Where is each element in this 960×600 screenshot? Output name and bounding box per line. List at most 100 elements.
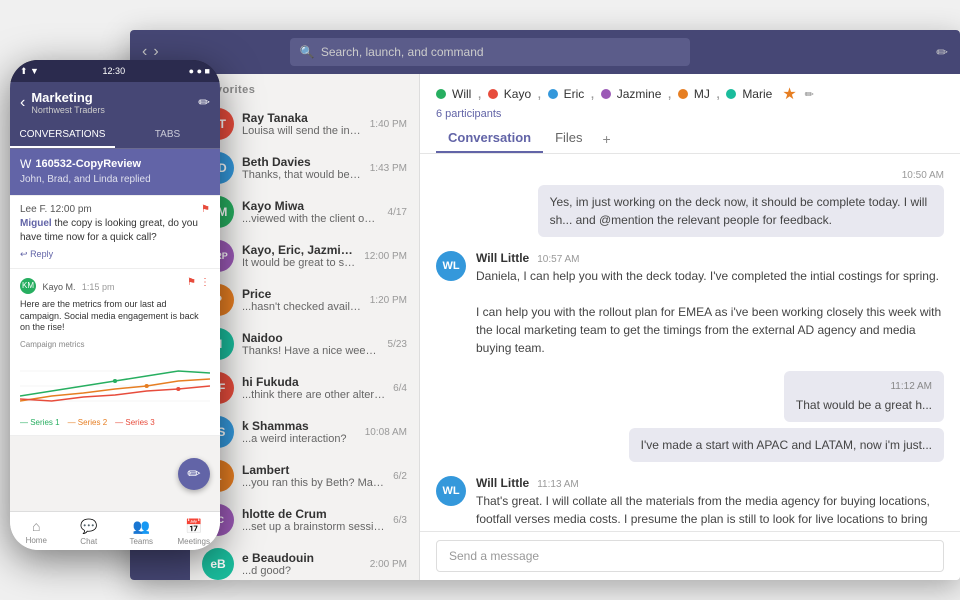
message-group-right: 10:50 AM Yes, im just working on the dec… [436,166,944,237]
message-text: That's great. I will collate all the mat… [476,492,944,531]
nav-home[interactable]: ⌂ Home [10,518,63,546]
bookmark-icon[interactable]: ⚑ [201,204,210,215]
message-timestamp: 10:50 AM [902,170,944,181]
list-item[interactable]: eB e Beaudouin ...d good? 2:00 PM [190,542,419,580]
channel-preview: Louisa will send the initial list of att… [242,125,362,137]
participant-eric: Eric [564,87,585,101]
participant-kayo: Kayo [504,87,531,101]
channel-time: 6/2 [393,471,407,482]
tab-conversations[interactable]: CONVERSATIONS [10,123,115,148]
avatar: WL [436,476,466,506]
edit-icon[interactable]: ✏ [805,88,814,101]
participant-dot [436,89,446,99]
star-icon[interactable]: ★ [782,84,796,104]
fab-icon: ✏ [187,464,200,484]
list-item[interactable]: kS k Shammas ...a weird interaction? 10:… [190,410,419,454]
nav-teams-label: Teams [129,537,153,546]
bookmark-icon[interactable]: ⚑ [187,277,196,288]
chat-input[interactable]: Send a message [436,540,944,572]
channel-time: 6/4 [393,383,407,394]
phone-msg-text: Miguel the copy is looking great, do you… [20,217,210,245]
tab-conversation[interactable]: Conversation [436,124,543,153]
channel-name: e Beaudouin [242,551,362,565]
channel-name: Kayo Miwa [242,199,380,213]
separator: , [716,85,720,103]
compose-icon[interactable]: ✏ [198,94,210,111]
metrics-author: KM Kayo M. 1:15 pm [20,277,114,295]
participant-dot [601,89,611,99]
chat-input-area: Send a message [420,531,960,580]
list-item[interactable]: hF hi Fukuda ...think there are other al… [190,366,419,410]
list-item[interactable]: dC hlotte de Crum ...set up a brainstorm… [190,498,419,542]
status-bar: ⬆ ▼ 12:30 ● ● ■ [10,60,220,82]
chat-header: Will , Kayo , Eric , Jazmine , MJ , Mari… [420,74,960,154]
channel-preview: It would be great to sync with you bo... [242,257,356,269]
channel-time: 5/23 [388,339,407,350]
avatar: eB [202,548,234,580]
highlighted-author: Miguel [20,218,52,229]
message-group-right-2: 11:12 AM That would be a great h... I've… [436,371,944,462]
channel-preview: ...you ran this by Beth? Make sure she i… [242,477,385,489]
channel-name: Naidoo [242,331,380,345]
nav-chat[interactable]: 💬 Chat [63,518,116,546]
legend-item: — Series 1 [20,418,60,427]
channel-name: Beth Davies [242,155,362,169]
channel-time: 2:00 PM [370,559,407,570]
avatar: WL [436,251,466,281]
chart-label: Campaign metrics [20,340,210,349]
chat-participants: Will , Kayo , Eric , Jazmine , MJ , Mari… [436,84,944,104]
message-row: WL Will Little 10:57 AM Daniela, I can h… [436,251,944,357]
legend-item: — Series 2 [68,418,108,427]
more-icon[interactable]: ⋮ [200,277,210,288]
separator: , [667,85,671,103]
channel-time: 10:08 AM [365,427,407,438]
list-item[interactable]: RT Ray Tanaka Louisa will send the initi… [190,102,419,146]
conv-title: 160532-CopyReview [35,158,141,170]
message-header: Will Little 10:57 AM [476,251,944,265]
message-row: WL Will Little 11:13 AM That's great. I … [436,476,944,531]
tab-add-button[interactable]: + [595,127,619,151]
list-item[interactable]: KM Kayo Miwa ...viewed with the client o… [190,190,419,234]
tab-tabs[interactable]: TABS [115,123,220,148]
message-content: Will Little 11:13 AM That's great. I wil… [476,476,944,531]
reply-button[interactable]: ↩ Reply [20,249,210,260]
nav-teams[interactable]: 👥 Teams [115,518,168,546]
phone-bottom-nav: ⌂ Home 💬 Chat 👥 Teams 📅 Meetings [10,511,220,550]
message-time: 11:13 AM [537,479,579,490]
metrics-chart [20,351,210,411]
phone-active-conv[interactable]: W 160532-CopyReview John, Brad, and Lind… [10,149,220,196]
conv-header: W 160532-CopyReview [20,157,210,171]
channel-preview: ...think there are other alternatives we… [242,389,385,401]
nav-meetings-label: Meetings [178,537,210,546]
search-placeholder: Search, launch, and command [321,45,484,59]
separator: , [537,85,541,103]
channel-info: Naidoo Thanks! Have a nice weekend [242,331,380,357]
status-right: ● ● ■ [189,66,210,76]
search-bar[interactable]: 🔍 Search, launch, and command [290,38,690,66]
list-item[interactable]: L Lambert ...you ran this by Beth? Make … [190,454,419,498]
forward-icon[interactable]: › [153,43,158,61]
list-item[interactable]: N Naidoo Thanks! Have a nice weekend 5/2… [190,322,419,366]
channel-info: Kayo, Eric, Jazmine, +2 It would be grea… [242,243,356,269]
back-icon[interactable]: ‹ [142,43,147,61]
tab-files[interactable]: Files [543,124,594,153]
chat-messages: 10:50 AM Yes, im just working on the dec… [420,154,960,531]
channel-info: k Shammas ...a weird interaction? [242,419,357,445]
channel-name: Price [242,287,362,301]
channel-info: Ray Tanaka Louisa will send the initial … [242,111,362,137]
fab-button[interactable]: ✏ [178,458,210,490]
list-item[interactable]: P Price ...hasn't checked available time… [190,278,419,322]
channel-time: 1:40 PM [370,119,407,130]
list-item[interactable]: BD Beth Davies Thanks, that would be nic… [190,146,419,190]
phone-header: ‹ Marketing Northwest Traders ✏ [10,82,220,123]
channel-info: e Beaudouin ...d good? [242,551,362,577]
status-time: 12:30 [103,66,126,76]
chat-area: Will , Kayo , Eric , Jazmine , MJ , Mari… [420,74,960,580]
search-icon: 🔍 [300,45,315,59]
back-button[interactable]: ‹ [20,94,25,112]
channel-time: 1:20 PM [370,295,407,306]
channel-time: 6/3 [393,515,407,526]
channel-preview: ...set up a brainstorm session for tomor… [242,521,385,533]
list-item[interactable]: GRP Kayo, Eric, Jazmine, +2 It would be … [190,234,419,278]
compose-icon[interactable]: ✏ [936,44,948,61]
